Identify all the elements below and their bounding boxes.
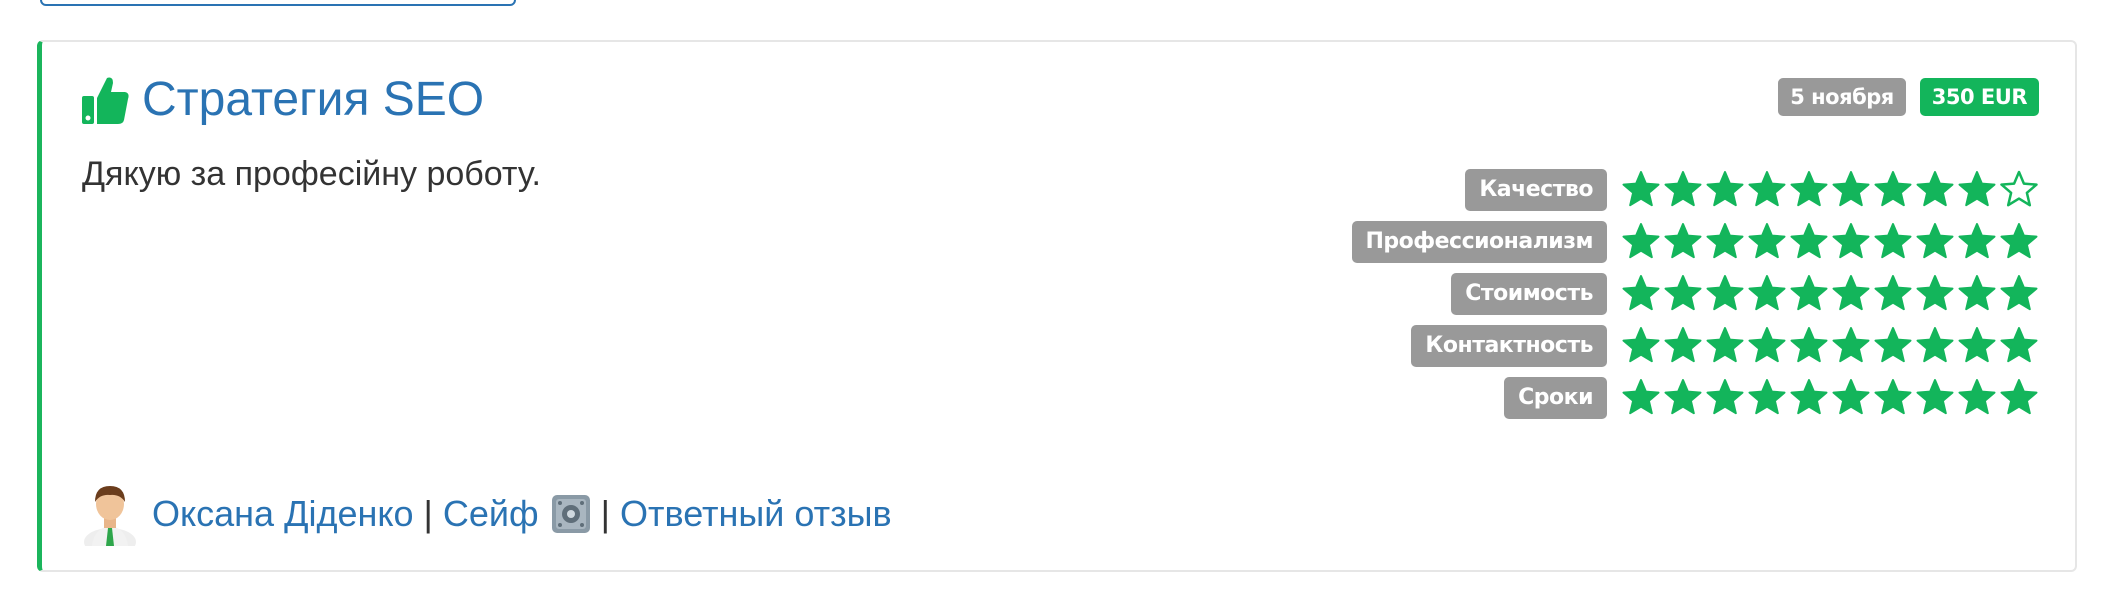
review-header: Стратегия SEO [80, 70, 484, 130]
review-card: Стратегия SEO 5 ноября 350 EUR Дякую за … [37, 40, 2077, 572]
star-filled-icon [1874, 171, 1912, 207]
rating-label: Профессионализм [1351, 221, 1607, 263]
star-filled-icon [1916, 379, 1954, 415]
star-filled-icon [1916, 171, 1954, 207]
star-filled-icon [1790, 379, 1828, 415]
star-filled-icon [1790, 327, 1828, 363]
author-link[interactable]: Оксана Діденко [152, 490, 414, 538]
star-filled-icon [1622, 327, 1660, 363]
star-filled-icon [1916, 223, 1954, 259]
star-rating [1619, 274, 2039, 314]
review-comment: Дякую за професійну роботу. [82, 155, 541, 193]
star-filled-icon [2000, 223, 2038, 259]
star-filled-icon [1832, 171, 1870, 207]
star-filled-icon [1790, 275, 1828, 311]
star-filled-icon [1958, 327, 1996, 363]
star-filled-icon [1958, 379, 1996, 415]
star-filled-icon [1622, 275, 1660, 311]
star-filled-icon [1664, 275, 1702, 311]
star-filled-icon [1748, 171, 1786, 207]
star-filled-icon [1874, 327, 1912, 363]
rating-label: Сроки [1504, 377, 1607, 419]
safe-icon [551, 495, 590, 533]
star-filled-icon [1622, 171, 1660, 207]
star-filled-icon [2000, 379, 2038, 415]
star-filled-icon [1706, 327, 1744, 363]
star-filled-icon [2000, 327, 2038, 363]
review-badges: 5 ноября 350 EUR [1778, 78, 2039, 116]
star-filled-icon [1958, 223, 1996, 259]
star-filled-icon [1832, 223, 1870, 259]
rating-label: Контактность [1411, 325, 1607, 367]
star-filled-icon [1958, 275, 1996, 311]
star-rating [1619, 170, 2039, 210]
thumbs-up-icon [82, 77, 129, 124]
star-filled-icon [1706, 223, 1744, 259]
star-filled-icon [1748, 327, 1786, 363]
star-filled-icon [1874, 275, 1912, 311]
star-filled-icon [1748, 275, 1786, 311]
star-rating [1619, 378, 2039, 418]
star-filled-icon [1874, 379, 1912, 415]
rating-row: Профессионализм [1351, 220, 2039, 264]
star-filled-icon [1664, 171, 1702, 207]
star-outline-icon [2000, 170, 2038, 207]
star-filled-icon [1664, 379, 1702, 415]
star-rating [1619, 326, 2039, 366]
star-filled-icon [1874, 223, 1912, 259]
star-filled-icon [1664, 223, 1702, 259]
rating-label: Стоимость [1451, 273, 1607, 315]
star-filled-icon [1790, 171, 1828, 207]
star-filled-icon [1622, 379, 1660, 415]
star-filled-icon [1706, 275, 1744, 311]
star-filled-icon [1706, 379, 1744, 415]
star-filled-icon [1748, 379, 1786, 415]
star-filled-icon [1790, 223, 1828, 259]
star-filled-icon [1958, 171, 1996, 207]
ratings-panel: Качество Профессионализм Стоимость Контактн… [1351, 168, 2039, 428]
review-footer: Оксана Діденко | Сейф | Ответный отзыв [82, 482, 892, 546]
rating-row: Стоимость [1451, 272, 2039, 316]
star-filled-icon [1916, 327, 1954, 363]
separator: | [600, 493, 611, 534]
star-filled-icon [1832, 275, 1870, 311]
reply-review-link[interactable]: Ответный отзыв [620, 490, 892, 538]
star-filled-icon [1706, 171, 1744, 207]
previous-tab-edge [40, 0, 516, 6]
safe-link[interactable]: Сейф [443, 490, 539, 538]
star-filled-icon [1832, 379, 1870, 415]
rating-row: Контактность [1411, 324, 2039, 368]
star-filled-icon [1748, 223, 1786, 259]
review-title-link[interactable]: Стратегия SEO [142, 70, 484, 130]
star-filled-icon [1832, 327, 1870, 363]
rating-row: Качество [1465, 168, 2039, 212]
avatar-icon [84, 486, 136, 546]
star-rating [1619, 222, 2039, 262]
star-filled-icon [1622, 223, 1660, 259]
rating-label: Качество [1465, 169, 1607, 211]
date-badge: 5 ноября [1778, 78, 1906, 116]
rating-row: Сроки [1504, 376, 2039, 420]
price-badge: 350 EUR [1919, 78, 2039, 116]
star-filled-icon [1916, 275, 1954, 311]
star-filled-icon [1664, 327, 1702, 363]
star-filled-icon [2000, 275, 2038, 311]
separator: | [423, 493, 433, 534]
